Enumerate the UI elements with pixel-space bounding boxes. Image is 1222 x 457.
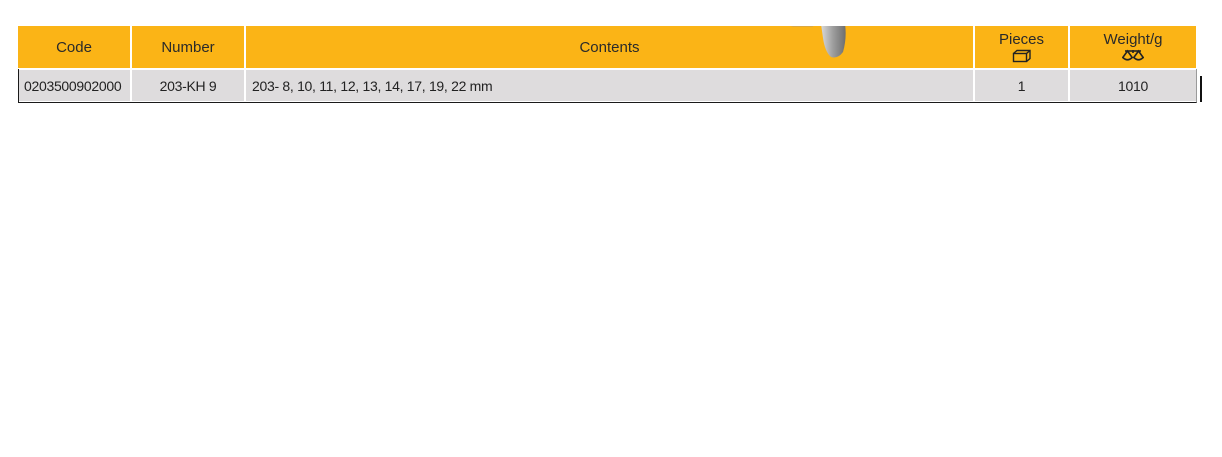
header-code: Code [18, 26, 132, 69]
header-code-label: Code [56, 38, 92, 56]
product-spec-table: Code Number Contents Pieces Weight/g 020… [18, 26, 1196, 101]
header-weight-label: Weight/g [1103, 31, 1163, 48]
text-cursor [1200, 76, 1202, 102]
header-number: Number [131, 26, 246, 69]
cell-weight: 1010 [1069, 68, 1196, 101]
box-icon [1012, 49, 1031, 62]
tool-image-icon [790, 26, 846, 58]
header-pieces: Pieces [974, 26, 1070, 69]
cell-contents: 203- 8, 10, 11, 12, 13, 14, 17, 19, 22 m… [245, 68, 975, 101]
cell-pieces: 1 [974, 68, 1070, 101]
cell-number: 203-KH 9 [131, 68, 246, 101]
header-pieces-label: Pieces [998, 30, 1045, 48]
table-header-row: Code Number Contents Pieces Weight/g [18, 26, 1196, 69]
header-contents-label: Contents [579, 38, 640, 56]
cell-code: 0203500902000 [18, 68, 132, 101]
table-row: 0203500902000 203-KH 9 203- 8, 10, 11, 1… [18, 68, 1196, 101]
scale-icon [1122, 49, 1144, 61]
header-number-label: Number [161, 38, 215, 56]
page-canvas: Code Number Contents Pieces Weight/g 020… [0, 0, 1222, 457]
header-weight: Weight/g [1069, 26, 1196, 69]
header-contents: Contents [245, 26, 975, 69]
